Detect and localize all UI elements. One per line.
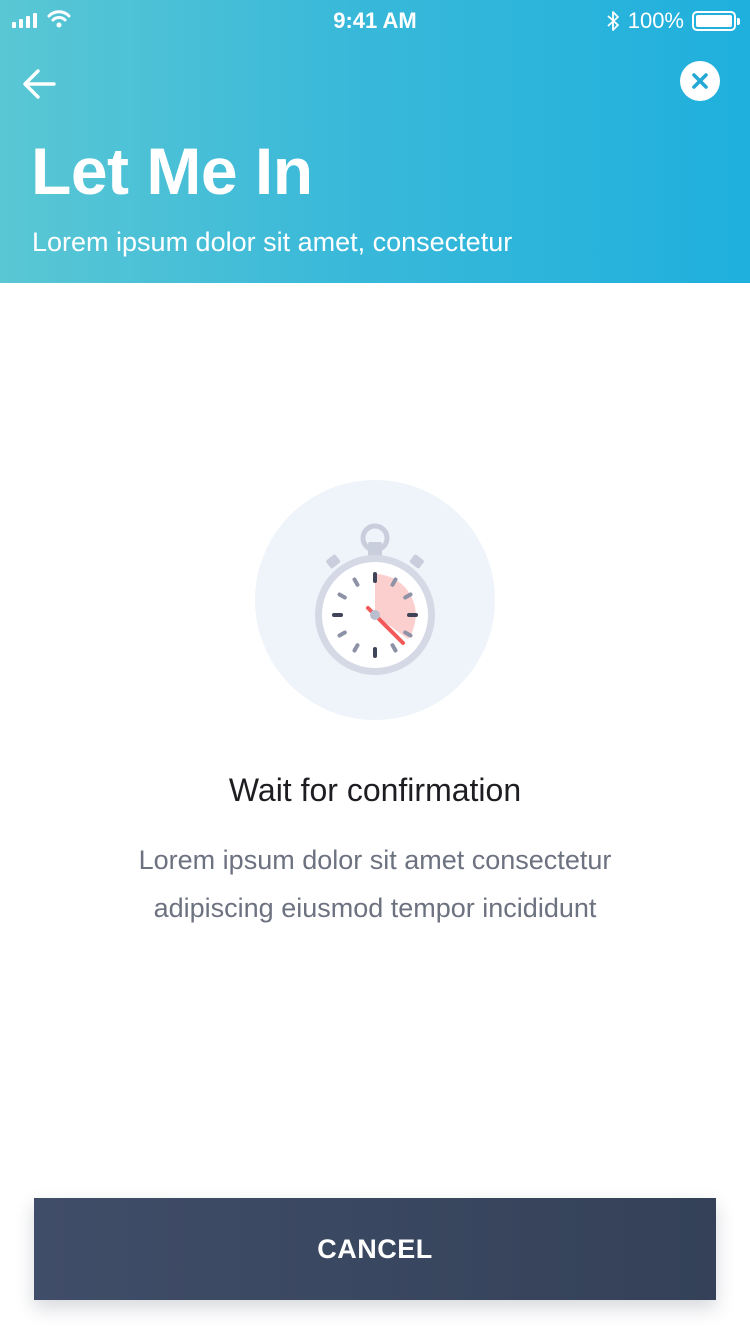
confirmation-heading: Wait for confirmation [228, 772, 522, 808]
confirmation-description: Lorem ipsum dolor sit amet consectetur a… [138, 845, 612, 923]
close-icon [692, 73, 708, 89]
battery-icon [692, 11, 740, 31]
page-subtitle: Lorem ipsum dolor sit amet, consectetur [32, 227, 513, 257]
arrow-left-icon [23, 69, 56, 99]
stopwatch-icon [315, 523, 435, 675]
cancel-button[interactable]: CANCEL [34, 1198, 716, 1300]
stopwatch-illustration [255, 480, 495, 720]
back-button[interactable] [20, 64, 60, 104]
page-title: Let Me In [31, 134, 313, 208]
status-right: 100% [606, 8, 740, 34]
battery-percent: 100% [627, 8, 684, 33]
bluetooth-icon [607, 11, 619, 31]
close-button[interactable] [680, 61, 720, 101]
status-bar: 9:41 AM 100% [0, 0, 750, 42]
header: 9:41 AM 100% Let Me In Lorem ipsum dolor… [0, 0, 750, 283]
